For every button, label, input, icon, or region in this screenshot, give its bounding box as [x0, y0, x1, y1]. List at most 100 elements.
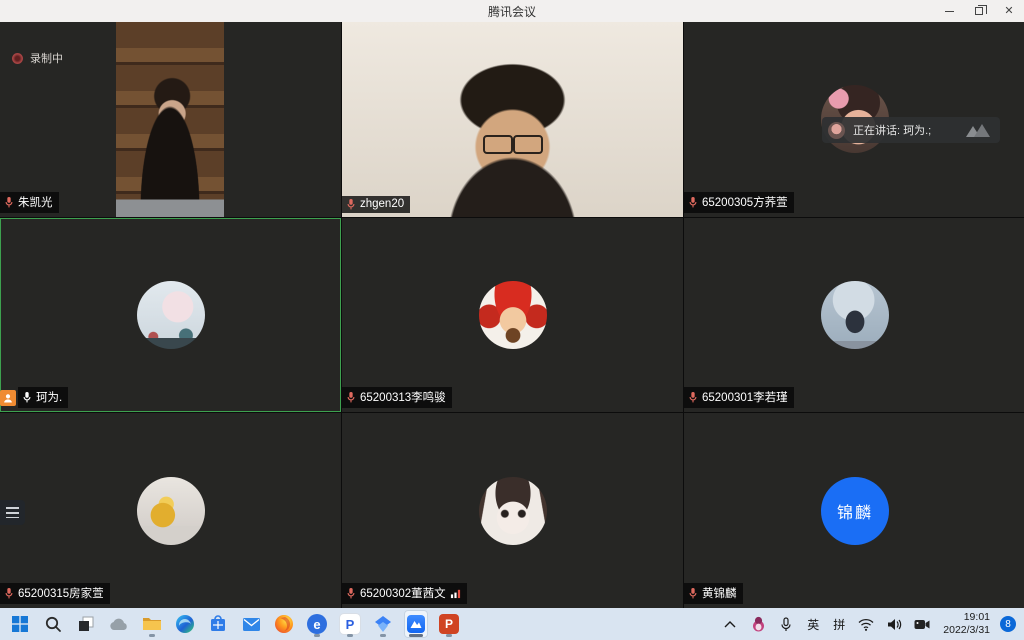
participant-tile-kewei[interactable]: 珂为.	[0, 218, 341, 413]
participant-grid: 录制中 朱凯光 zhgen20 正在讲话: 珂为.;	[0, 22, 1024, 608]
list-layout-icon	[6, 507, 19, 518]
task-view-icon	[77, 615, 95, 633]
restore-button[interactable]	[964, 0, 994, 22]
webcam-video-portrait	[116, 22, 224, 217]
taskbar-tencent-meeting-button[interactable]	[404, 610, 428, 638]
participant-name: 65200313李鸣骏	[360, 389, 446, 405]
taskbar-firefox-button[interactable]	[272, 610, 296, 638]
layout-toggle-button[interactable]	[0, 500, 25, 525]
taskbar-e-app-button[interactable]: e	[305, 610, 329, 638]
running-indicator-active	[409, 634, 423, 637]
muted-mic-icon	[4, 587, 14, 599]
taskbar-search-button[interactable]	[41, 610, 65, 638]
participant-tile-fangjiaxuan[interactable]: 65200315房家萱	[0, 413, 341, 608]
file-explorer-icon	[142, 616, 162, 632]
tray-overflow-button[interactable]	[719, 610, 741, 638]
participant-name-label: 65200302董茜文	[342, 583, 467, 604]
participant-tile-fangqiaoxuan[interactable]: 正在讲话: 珂为.; 65200305方荞萱	[684, 22, 1024, 217]
participant-name: 朱凯光	[18, 194, 53, 210]
participant-tile-dongqianwen[interactable]: 65200302董茜文	[342, 413, 683, 608]
recording-indicator: 录制中	[12, 50, 63, 66]
muted-mic-icon	[688, 587, 698, 599]
close-button[interactable]: ✕	[994, 0, 1024, 22]
avatar	[821, 281, 889, 349]
participant-name-label: 珂为.	[18, 387, 68, 408]
participant-tile-zhgen20[interactable]: zhgen20	[342, 22, 683, 217]
ime-layout-button[interactable]: 拼	[829, 616, 849, 633]
recording-dot-icon	[12, 53, 23, 64]
participant-name: 65200301李若瑾	[702, 389, 788, 405]
participant-tile-limingjun[interactable]: 65200313李鸣骏	[342, 218, 683, 413]
tray-qq-button[interactable]	[747, 610, 769, 638]
taskbar-powerpoint-button[interactable]: P	[437, 610, 461, 638]
taskbar-p-app-button[interactable]: P	[338, 610, 362, 638]
window-controls: ✕	[934, 0, 1024, 22]
minimize-icon	[945, 11, 954, 12]
close-icon: ✕	[1004, 6, 1013, 17]
tray-volume-button[interactable]	[883, 610, 905, 638]
tray-mic-button[interactable]	[775, 610, 797, 638]
clock-time: 19:01	[943, 611, 990, 624]
chevron-up-icon	[724, 620, 736, 628]
speaking-toast: 正在讲话: 珂为.;	[822, 117, 1000, 143]
participant-name-label: 65200301李若瑾	[684, 387, 794, 408]
participant-tile-zhukaiguang[interactable]: 录制中 朱凯光	[0, 22, 341, 217]
taskbar-task-view-button[interactable]	[74, 610, 98, 638]
notification-badge[interactable]: 8	[1000, 616, 1016, 632]
running-indicator	[380, 634, 386, 637]
participant-name: 黄锦麟	[702, 585, 737, 601]
muted-mic-icon	[688, 196, 698, 208]
participant-name: 65200302董茜文	[360, 585, 446, 601]
participant-name: 65200305方荞萱	[702, 194, 788, 210]
taskbar-edge-button[interactable]	[173, 610, 197, 638]
running-indicator	[149, 634, 155, 637]
qq-penguin-icon	[751, 616, 766, 632]
avatar	[137, 281, 205, 349]
participant-name-label: 65200313李鸣骏	[342, 387, 452, 408]
weak-network-icon	[450, 588, 461, 599]
avatar: 锦麟	[821, 477, 889, 545]
taskbar-clock[interactable]: 19:01 2022/3/31	[939, 611, 994, 637]
microsoft-store-icon	[209, 615, 227, 633]
p-app-icon: P	[340, 614, 360, 634]
avatar	[479, 477, 547, 545]
powerpoint-icon: P	[439, 614, 459, 634]
taskbar-mail-button[interactable]	[239, 610, 263, 638]
participant-name: 珂为.	[36, 389, 62, 405]
taskbar-microsoft-store-button[interactable]	[206, 610, 230, 638]
avatar	[479, 281, 547, 349]
speaking-toast-text: 正在讲话: 珂为.;	[853, 122, 931, 138]
participant-tile-liruojin[interactable]: 65200301李若瑾	[684, 218, 1024, 413]
title-bar: 腾讯会议 ✕	[0, 0, 1024, 22]
search-icon	[44, 615, 62, 633]
wifi-icon	[858, 618, 874, 631]
participant-tile-huangjinlin[interactable]: 锦麟 黄锦麟	[684, 413, 1024, 608]
muted-mic-icon	[4, 196, 14, 208]
mail-icon	[242, 617, 261, 632]
tray-wifi-button[interactable]	[855, 610, 877, 638]
taskbar: e P P	[0, 608, 1024, 640]
running-indicator	[446, 634, 452, 637]
start-icon	[11, 615, 29, 633]
taskbar-diamond-app-button[interactable]	[371, 610, 395, 638]
ime-language-button[interactable]: 英	[803, 616, 823, 633]
webcam-video-full	[342, 22, 683, 217]
participant-name-label: zhgen20	[342, 196, 410, 213]
host-badge-icon	[0, 390, 16, 406]
video-camera-icon	[914, 619, 930, 630]
avatar	[137, 477, 205, 545]
speaker-avatar	[828, 122, 845, 139]
participant-name: 65200315房家萱	[18, 585, 104, 601]
minimize-button[interactable]	[934, 0, 964, 22]
taskbar-cloud-drive-button[interactable]	[107, 610, 131, 638]
taskbar-start-button[interactable]	[8, 610, 32, 638]
participant-name-label: 黄锦麟	[684, 583, 743, 604]
taskbar-file-explorer-button[interactable]	[140, 610, 164, 638]
recording-label: 录制中	[30, 50, 63, 66]
e-app-icon: e	[307, 614, 327, 634]
taskbar-apps: e P P	[8, 610, 461, 638]
tray-camera-button[interactable]	[911, 610, 933, 638]
participant-name: zhgen20	[360, 198, 404, 210]
running-indicator	[314, 634, 320, 637]
audio-wave-icon	[966, 124, 990, 137]
